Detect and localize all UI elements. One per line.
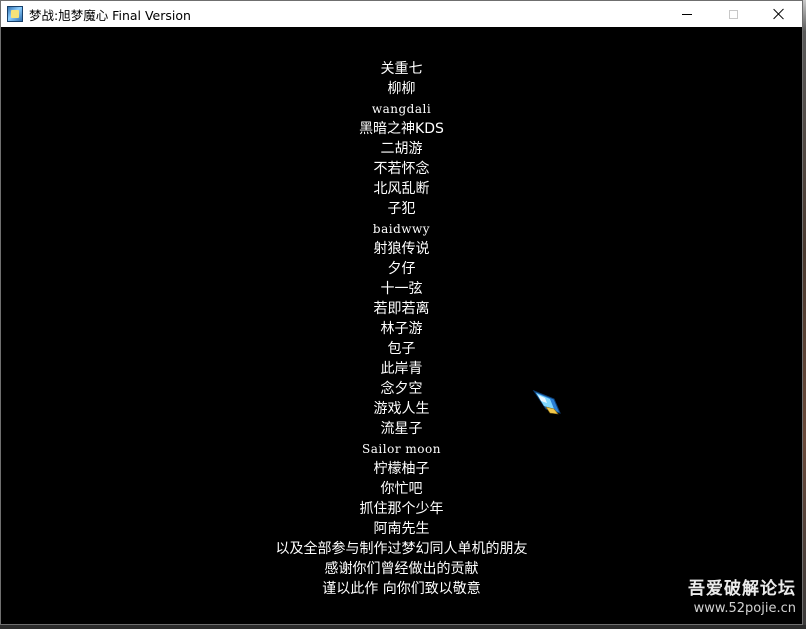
minimize-icon <box>682 13 692 15</box>
credit-line: 关重七 <box>380 61 423 77</box>
credit-line: baidwwy <box>372 222 431 236</box>
background-strip-bottom <box>0 625 806 629</box>
credit-line: 阿南先生 <box>373 521 430 537</box>
game-canvas[interactable]: 关重七柳柳 wangdali 黑暗之神KDS 二胡游不若怀念北风乱断子犯 baidwwy… <box>1 27 802 624</box>
maximize-button[interactable] <box>710 1 756 27</box>
close-icon <box>773 8 785 20</box>
credit-line: 二胡游 <box>380 141 423 157</box>
credit-line: 流星子 <box>380 421 423 437</box>
window-title: 梦战:旭梦魔心 Final Version <box>29 8 191 23</box>
credit-line: 林子游 <box>380 321 423 337</box>
credit-line: 柠檬柚子 <box>373 461 430 477</box>
credit-line: 黑暗之神KDS <box>359 121 444 137</box>
credit-line: 感谢你们曾经做出的贡献 <box>324 561 479 577</box>
credit-line: 北风乱断 <box>373 181 430 197</box>
credit-line: 子犯 <box>387 201 416 217</box>
credit-line: 念夕空 <box>380 381 423 397</box>
credit-line: 你忙吧 <box>380 481 423 497</box>
close-button[interactable] <box>756 1 802 27</box>
app-window: 梦战:旭梦魔心 Final Version 关重七柳柳 wangdali 黑暗之神K… <box>0 0 803 625</box>
game-cursor-icon <box>532 389 561 415</box>
credit-line: 柳柳 <box>387 81 416 97</box>
title-bar[interactable]: 梦战:旭梦魔心 Final Version <box>1 1 802 27</box>
game-app-icon[interactable] <box>7 6 23 22</box>
credit-line: 以及全部参与制作过梦幻同人单机的朋友 <box>275 541 528 557</box>
credit-line: 谨以此作 向你们致以敬意 <box>322 581 481 597</box>
credit-line: 此岸青 <box>380 361 423 377</box>
credit-line: 射狼传说 <box>373 241 430 257</box>
minimize-button[interactable] <box>664 1 710 27</box>
credit-line: 抓住那个少年 <box>359 501 444 517</box>
credit-line: 十一弦 <box>380 281 423 297</box>
credit-line: Sailor moon <box>362 442 441 456</box>
credit-line: 不若怀念 <box>373 161 430 177</box>
watermark: 吾爱破解论坛 www.52pojie.cn <box>688 578 796 618</box>
credits-list: 关重七柳柳 wangdali 黑暗之神KDS 二胡游不若怀念北风乱断子犯 baidwwy… <box>1 59 802 599</box>
credit-line: 若即若离 <box>373 301 430 317</box>
credit-line: 夕仔 <box>387 261 416 277</box>
maximize-icon <box>728 9 738 19</box>
watermark-url: www.52pojie.cn <box>693 601 796 616</box>
credit-line: 游戏人生 <box>373 401 430 417</box>
watermark-title: 吾爱破解论坛 <box>688 579 796 599</box>
credit-line: 包子 <box>387 341 416 357</box>
credit-line: wangdali <box>371 102 432 116</box>
